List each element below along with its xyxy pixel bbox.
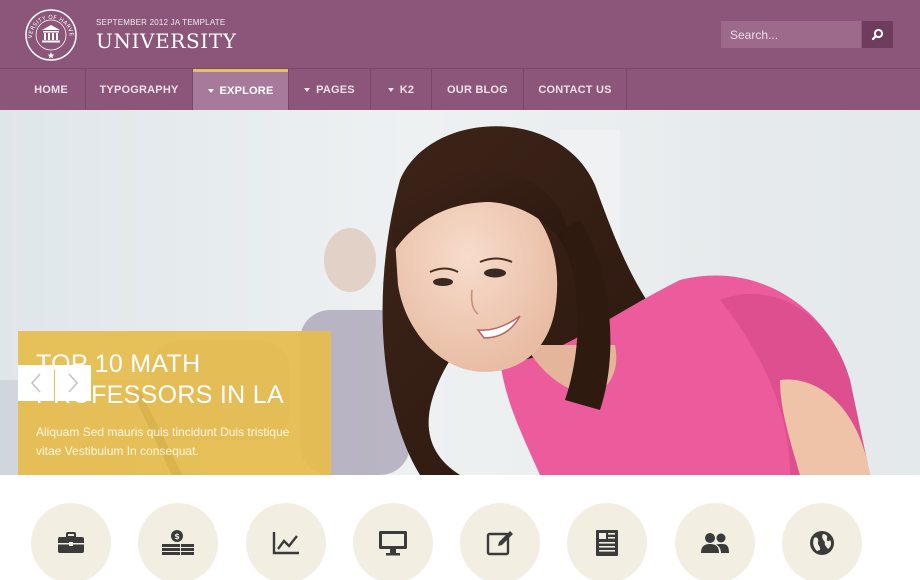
- monitor-icon: [379, 531, 407, 556]
- nav-item-contact-us[interactable]: CONTACT US: [524, 69, 626, 110]
- site-subtitle: SEPTEMBER 2012 JA TEMPLATE: [96, 18, 226, 27]
- nav-label: CONTACT US: [538, 83, 612, 96]
- slide-description: Aliquam Sed mauris quis tincidunt Duis t…: [36, 425, 290, 458]
- svg-text:$: $: [174, 532, 180, 541]
- nav-item-our-blog[interactable]: OUR BLOG: [432, 69, 523, 110]
- site-header: UNIVERSITY OF HARVERDE SEPTEMBER 2012 JA…: [0, 0, 920, 68]
- nav-item-k2[interactable]: K2: [371, 69, 431, 110]
- nav-label: K2: [399, 83, 415, 96]
- feature-monitor[interactable]: [353, 503, 433, 580]
- search-input[interactable]: [721, 21, 861, 48]
- money-icon: $: [162, 530, 194, 555]
- hero-slider: TOP 10 MATH PROFESSORS IN LA Aliquam Sed…: [0, 110, 920, 475]
- newspaper-icon: [596, 530, 618, 556]
- feature-globe[interactable]: [782, 503, 862, 580]
- nav-divider: [626, 69, 627, 110]
- nav-item-pages[interactable]: PAGES: [289, 69, 370, 110]
- slider-prev-button[interactable]: [18, 365, 54, 401]
- nav-label: EXPLORE: [219, 85, 274, 97]
- university-seal-logo[interactable]: UNIVERSITY OF HARVERDE: [24, 8, 78, 62]
- main-nav: HOME TYPOGRAPHY EXPLORE PAGES K2 OUR BLO…: [0, 68, 920, 110]
- caret-down-icon: [207, 89, 214, 93]
- caret-down-icon: [387, 87, 394, 92]
- nav-item-typography[interactable]: TYPOGRAPHY: [86, 69, 192, 110]
- nav-item-home[interactable]: HOME: [17, 69, 85, 110]
- feature-edit[interactable]: [460, 503, 540, 580]
- search-icon: [871, 28, 884, 41]
- feature-users[interactable]: [675, 503, 755, 580]
- nav-label: PAGES: [316, 83, 355, 96]
- users-icon: [701, 533, 729, 553]
- edit-icon: [486, 531, 513, 556]
- slide-caption: TOP 10 MATH PROFESSORS IN LA Aliquam Sed…: [18, 331, 331, 475]
- nav-label: HOME: [34, 83, 68, 96]
- caret-down-icon: [304, 87, 311, 92]
- feature-chart[interactable]: [246, 503, 326, 580]
- chevron-right-icon: [68, 373, 79, 393]
- feature-newspaper[interactable]: [567, 503, 647, 580]
- nav-item-explore[interactable]: EXPLORE: [193, 69, 288, 110]
- feature-briefcase[interactable]: [31, 503, 111, 580]
- feature-money[interactable]: $: [138, 503, 218, 580]
- briefcase-icon: [58, 532, 84, 553]
- chevron-left-icon: [30, 373, 41, 393]
- site-title[interactable]: UNIVERSITY: [96, 29, 237, 53]
- globe-icon: [810, 531, 834, 555]
- nav-label: TYPOGRAPHY: [99, 83, 179, 96]
- features-section: $: [0, 475, 920, 580]
- nav-label: OUR BLOG: [447, 83, 508, 96]
- slider-next-button[interactable]: [55, 365, 91, 401]
- search-button[interactable]: [862, 21, 893, 48]
- chart-icon: [272, 532, 299, 555]
